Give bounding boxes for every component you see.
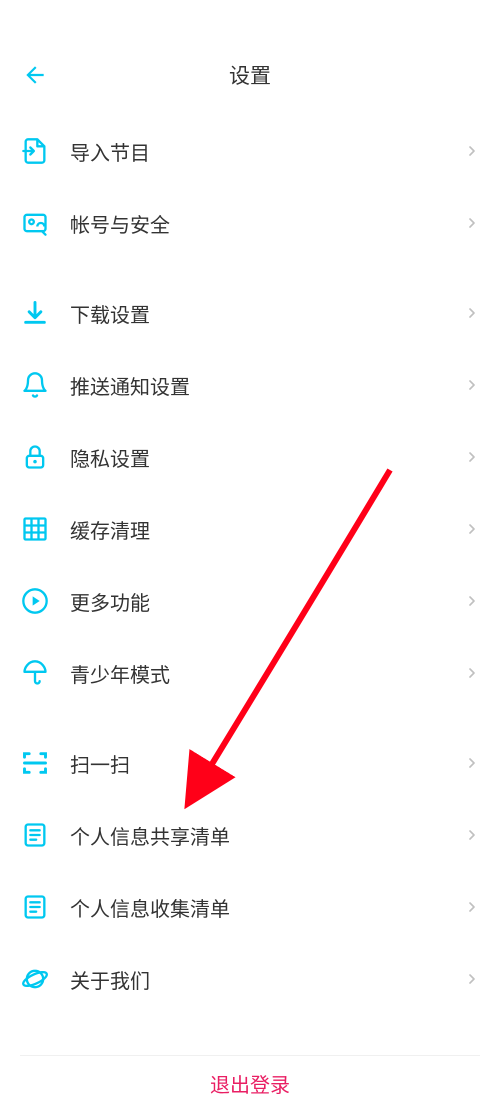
- status-bar: [0, 0, 500, 50]
- chevron-right-icon: [464, 827, 480, 843]
- settings-item-label: 更多功能: [70, 587, 464, 616]
- chevron-right-icon: [464, 593, 480, 609]
- settings-item-cache[interactable]: 缓存清理: [0, 493, 500, 565]
- settings-item-label: 导入节目: [70, 137, 464, 166]
- account-icon: [20, 208, 50, 238]
- doc-icon: [20, 820, 50, 850]
- scan-icon: [20, 748, 50, 778]
- settings-list: 导入节目帐号与安全下载设置推送通知设置隐私设置缓存清理更多功能青少年模式扫一扫个…: [0, 100, 500, 1015]
- settings-item-label: 推送通知设置: [70, 371, 464, 400]
- logout-section: 退出登录: [0, 1055, 500, 1111]
- settings-item-label: 隐私设置: [70, 443, 464, 472]
- settings-item-share-info[interactable]: 个人信息共享清单: [0, 799, 500, 871]
- settings-item-teen[interactable]: 青少年模式: [0, 637, 500, 709]
- settings-item-label: 下载设置: [70, 299, 464, 328]
- settings-item-import[interactable]: 导入节目: [0, 115, 500, 187]
- settings-item-label: 帐号与安全: [70, 209, 464, 238]
- chevron-right-icon: [464, 143, 480, 159]
- settings-item-label: 青少年模式: [70, 659, 464, 688]
- grid-icon: [20, 514, 50, 544]
- play-icon: [20, 586, 50, 616]
- settings-item-push[interactable]: 推送通知设置: [0, 349, 500, 421]
- settings-item-collect-info[interactable]: 个人信息收集清单: [0, 871, 500, 943]
- settings-item-about[interactable]: 关于我们: [0, 943, 500, 1015]
- import-icon: [20, 136, 50, 166]
- chevron-right-icon: [464, 899, 480, 915]
- settings-item-label: 个人信息收集清单: [70, 893, 464, 922]
- back-arrow-icon: [22, 62, 48, 88]
- chevron-right-icon: [464, 449, 480, 465]
- umbrella-icon: [20, 658, 50, 688]
- nav-bar: 设置: [0, 50, 500, 100]
- chevron-right-icon: [464, 305, 480, 321]
- planet-icon: [20, 964, 50, 994]
- chevron-right-icon: [464, 377, 480, 393]
- settings-item-more[interactable]: 更多功能: [0, 565, 500, 637]
- settings-item-download[interactable]: 下载设置: [0, 277, 500, 349]
- download-icon: [20, 298, 50, 328]
- chevron-right-icon: [464, 521, 480, 537]
- settings-item-label: 扫一扫: [70, 749, 464, 778]
- logout-button[interactable]: 退出登录: [20, 1055, 480, 1111]
- chevron-right-icon: [464, 215, 480, 231]
- back-button[interactable]: [20, 60, 50, 90]
- settings-item-label: 缓存清理: [70, 515, 464, 544]
- chevron-right-icon: [464, 971, 480, 987]
- doc-icon: [20, 892, 50, 922]
- settings-item-scan[interactable]: 扫一扫: [0, 727, 500, 799]
- settings-item-label: 关于我们: [70, 965, 464, 994]
- settings-item-account[interactable]: 帐号与安全: [0, 187, 500, 259]
- settings-item-label: 个人信息共享清单: [70, 821, 464, 850]
- chevron-right-icon: [464, 665, 480, 681]
- group-separator: [0, 259, 500, 277]
- lock-icon: [20, 442, 50, 472]
- settings-item-privacy[interactable]: 隐私设置: [0, 421, 500, 493]
- page-title: 设置: [229, 60, 271, 90]
- chevron-right-icon: [464, 755, 480, 771]
- bell-icon: [20, 370, 50, 400]
- group-separator: [0, 709, 500, 727]
